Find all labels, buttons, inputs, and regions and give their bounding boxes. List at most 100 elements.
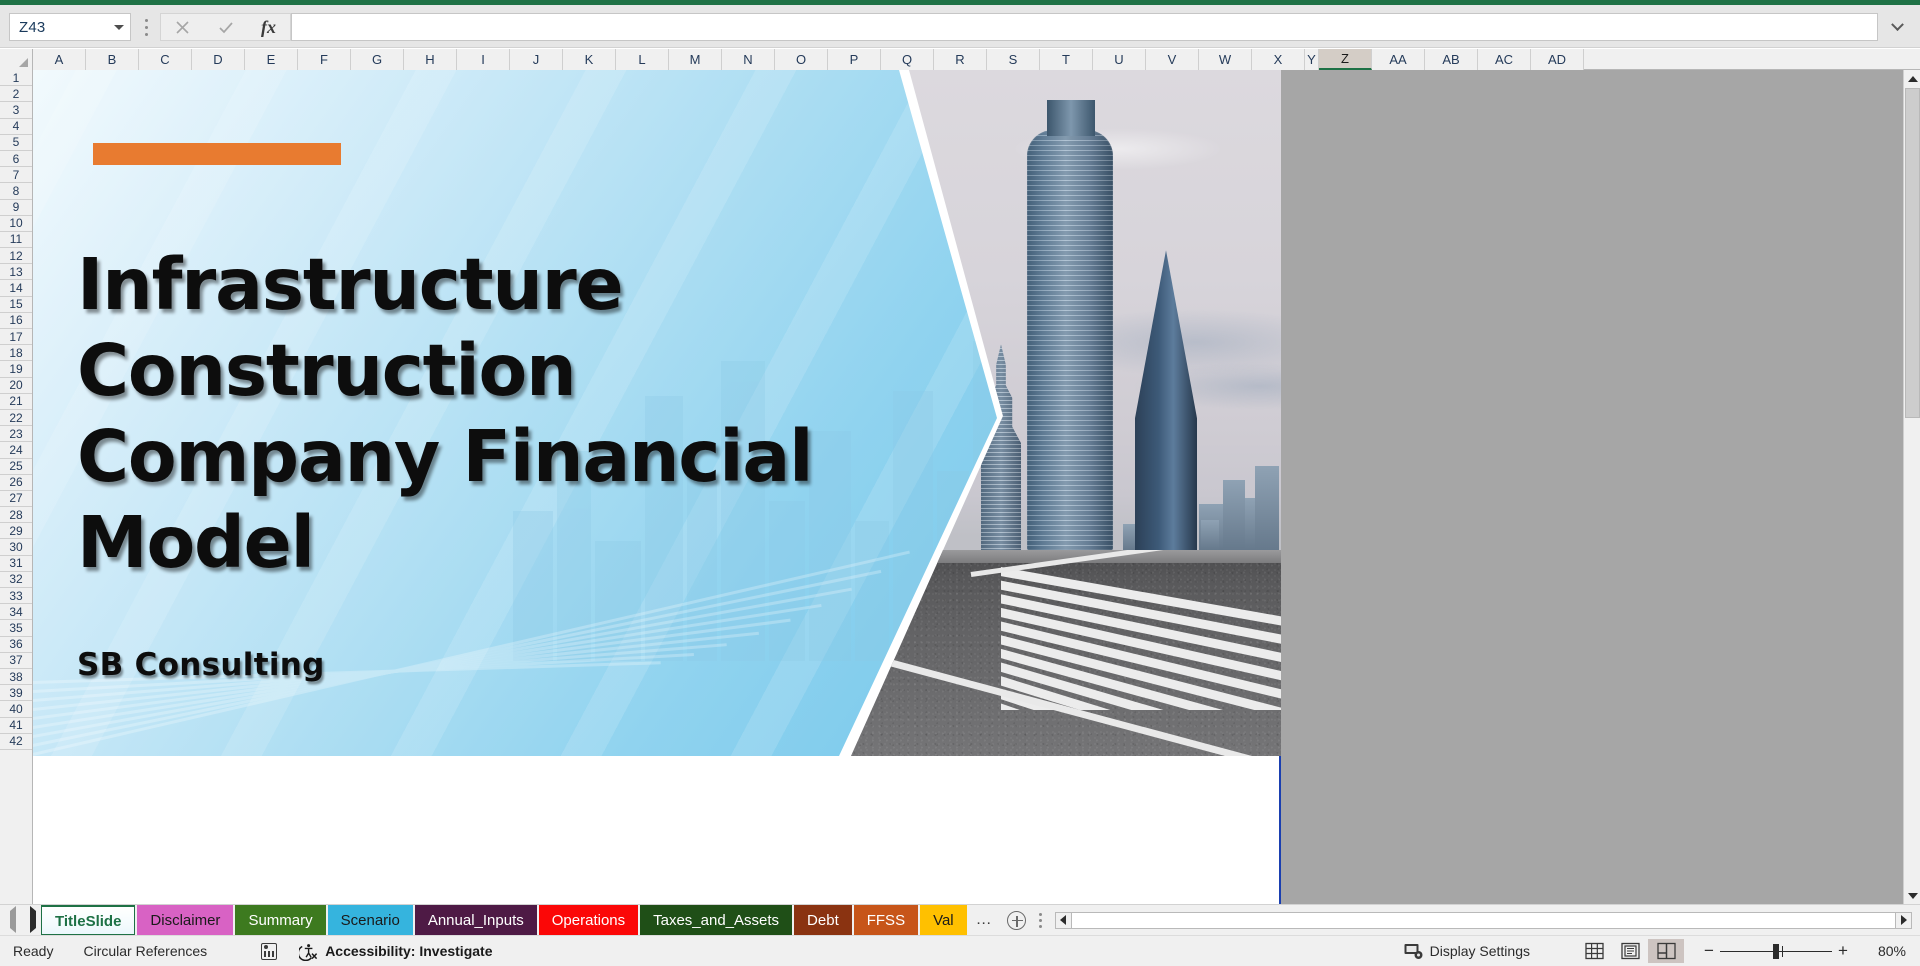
row-header-40[interactable]: 40 [0, 701, 32, 718]
row-header-9[interactable]: 9 [0, 200, 32, 216]
row-header-42[interactable]: 42 [0, 734, 32, 750]
column-header-g[interactable]: G [351, 49, 404, 70]
row-header-7[interactable]: 7 [0, 167, 32, 184]
arrow-left-icon[interactable] [10, 906, 16, 933]
column-header-b[interactable]: B [86, 49, 139, 70]
column-header-r[interactable]: R [934, 49, 987, 70]
column-header-ab[interactable]: AB [1425, 49, 1478, 70]
page-break-view-button[interactable] [1648, 939, 1684, 963]
column-header-c[interactable]: C [139, 49, 192, 70]
zoom-in-button[interactable]: + [1832, 941, 1854, 961]
scroll-left-button[interactable] [1054, 911, 1072, 929]
row-header-4[interactable]: 4 [0, 119, 32, 135]
row-header-34[interactable]: 34 [0, 604, 32, 621]
fx-icon[interactable]: fx [247, 14, 290, 40]
vertical-scrollbar[interactable] [1903, 70, 1920, 904]
row-header-30[interactable]: 30 [0, 539, 32, 556]
add-sheet-button[interactable] [1004, 907, 1030, 933]
row-header-14[interactable]: 14 [0, 280, 32, 297]
column-header-aa[interactable]: AA [1372, 49, 1425, 70]
horizontal-scroll-track[interactable] [1071, 911, 1895, 929]
column-header-w[interactable]: W [1199, 49, 1252, 70]
sheet-tab-annual_inputs[interactable]: Annual_Inputs [414, 904, 537, 936]
row-header-29[interactable]: 29 [0, 523, 32, 540]
column-header-a[interactable]: A [33, 49, 86, 70]
column-header-q[interactable]: Q [881, 49, 934, 70]
name-box[interactable]: Z43 [9, 13, 131, 41]
column-header-v[interactable]: V [1146, 49, 1199, 70]
row-header-5[interactable]: 5 [0, 135, 32, 151]
column-header-u[interactable]: U [1093, 49, 1146, 70]
row-header-21[interactable]: 21 [0, 394, 32, 410]
row-header-3[interactable]: 3 [0, 102, 32, 119]
row-header-26[interactable]: 26 [0, 475, 32, 491]
arrow-right-icon[interactable] [30, 906, 36, 933]
row-header-18[interactable]: 18 [0, 345, 32, 362]
cell-canvas[interactable]: Infrastructure Construction Company Fina… [33, 70, 1903, 904]
column-header-t[interactable]: T [1040, 49, 1093, 70]
zoom-out-button[interactable]: − [1698, 941, 1720, 961]
normal-view-button[interactable] [1576, 939, 1612, 963]
sheet-tab-debt[interactable]: Debt [794, 904, 852, 936]
column-header-ac[interactable]: AC [1478, 49, 1531, 70]
sheet-tab-summary[interactable]: Summary [235, 904, 326, 936]
row-header-1[interactable]: 1 [0, 70, 32, 87]
column-header-d[interactable]: D [192, 49, 245, 70]
row-header-23[interactable]: 23 [0, 426, 32, 443]
row-header-32[interactable]: 32 [0, 572, 32, 588]
column-header-p[interactable]: P [828, 49, 881, 70]
column-header-l[interactable]: L [616, 49, 669, 70]
vertical-scroll-thumb[interactable] [1905, 88, 1920, 418]
sheet-tab-taxes_and_assets[interactable]: Taxes_and_Assets [640, 904, 793, 936]
row-header-31[interactable]: 31 [0, 556, 32, 572]
row-header-36[interactable]: 36 [0, 637, 32, 653]
row-header-28[interactable]: 28 [0, 507, 32, 524]
page-layout-view-button[interactable] [1612, 939, 1648, 963]
column-header-ad[interactable]: AD [1531, 49, 1584, 70]
scroll-up-button[interactable] [1904, 70, 1920, 87]
column-header-m[interactable]: M [669, 49, 722, 70]
row-header-13[interactable]: 13 [0, 264, 32, 281]
row-header-17[interactable]: 17 [0, 329, 32, 346]
scroll-down-button[interactable] [1904, 887, 1920, 904]
row-header-6[interactable]: 6 [0, 151, 32, 168]
tab-overflow-ellipsis[interactable]: … [969, 911, 999, 929]
row-header-25[interactable]: 25 [0, 459, 32, 475]
sheet-tab-titleslide[interactable]: TitleSlide [41, 904, 136, 936]
formula-input[interactable] [291, 13, 1878, 41]
sheet-tab-operations[interactable]: Operations [538, 904, 639, 936]
row-header-15[interactable]: 15 [0, 297, 32, 313]
row-header-24[interactable]: 24 [0, 442, 32, 459]
column-header-z[interactable]: Z [1319, 49, 1372, 70]
row-header-8[interactable]: 8 [0, 183, 32, 200]
column-header-e[interactable]: E [245, 49, 298, 70]
chevron-down-icon[interactable] [1883, 13, 1911, 41]
row-header-16[interactable]: 16 [0, 313, 32, 329]
row-header-35[interactable]: 35 [0, 620, 32, 637]
row-header-39[interactable]: 39 [0, 685, 32, 702]
column-header-j[interactable]: J [510, 49, 563, 70]
zoom-slider[interactable] [1720, 943, 1832, 960]
more-vertical-icon[interactable] [144, 19, 148, 36]
column-header-f[interactable]: F [298, 49, 351, 70]
select-all-corner[interactable] [0, 49, 33, 70]
display-settings-button[interactable]: Display Settings [1404, 943, 1530, 960]
more-vertical-icon[interactable] [1035, 912, 1047, 928]
sheet-tab-scenario[interactable]: Scenario [327, 904, 413, 936]
column-header-x[interactable]: X [1252, 49, 1305, 70]
close-icon[interactable] [161, 14, 204, 40]
column-header-y[interactable]: Y [1305, 49, 1319, 70]
row-header-10[interactable]: 10 [0, 216, 32, 232]
row-header-19[interactable]: 19 [0, 361, 32, 378]
row-header-11[interactable]: 11 [0, 232, 32, 249]
scroll-right-button[interactable] [1895, 911, 1912, 929]
sheet-tab-val[interactable]: Val [920, 904, 967, 936]
zoom-level-label[interactable]: 80% [1854, 943, 1906, 959]
accessibility-status[interactable]: Accessibility: Investigate [297, 942, 492, 961]
row-header-12[interactable]: 12 [0, 248, 32, 265]
chevron-down-icon[interactable] [108, 24, 130, 30]
column-header-s[interactable]: S [987, 49, 1040, 70]
row-header-33[interactable]: 33 [0, 588, 32, 605]
macro-record-icon[interactable] [261, 942, 278, 960]
sheet-tab-disclaimer[interactable]: Disclaimer [137, 904, 234, 936]
